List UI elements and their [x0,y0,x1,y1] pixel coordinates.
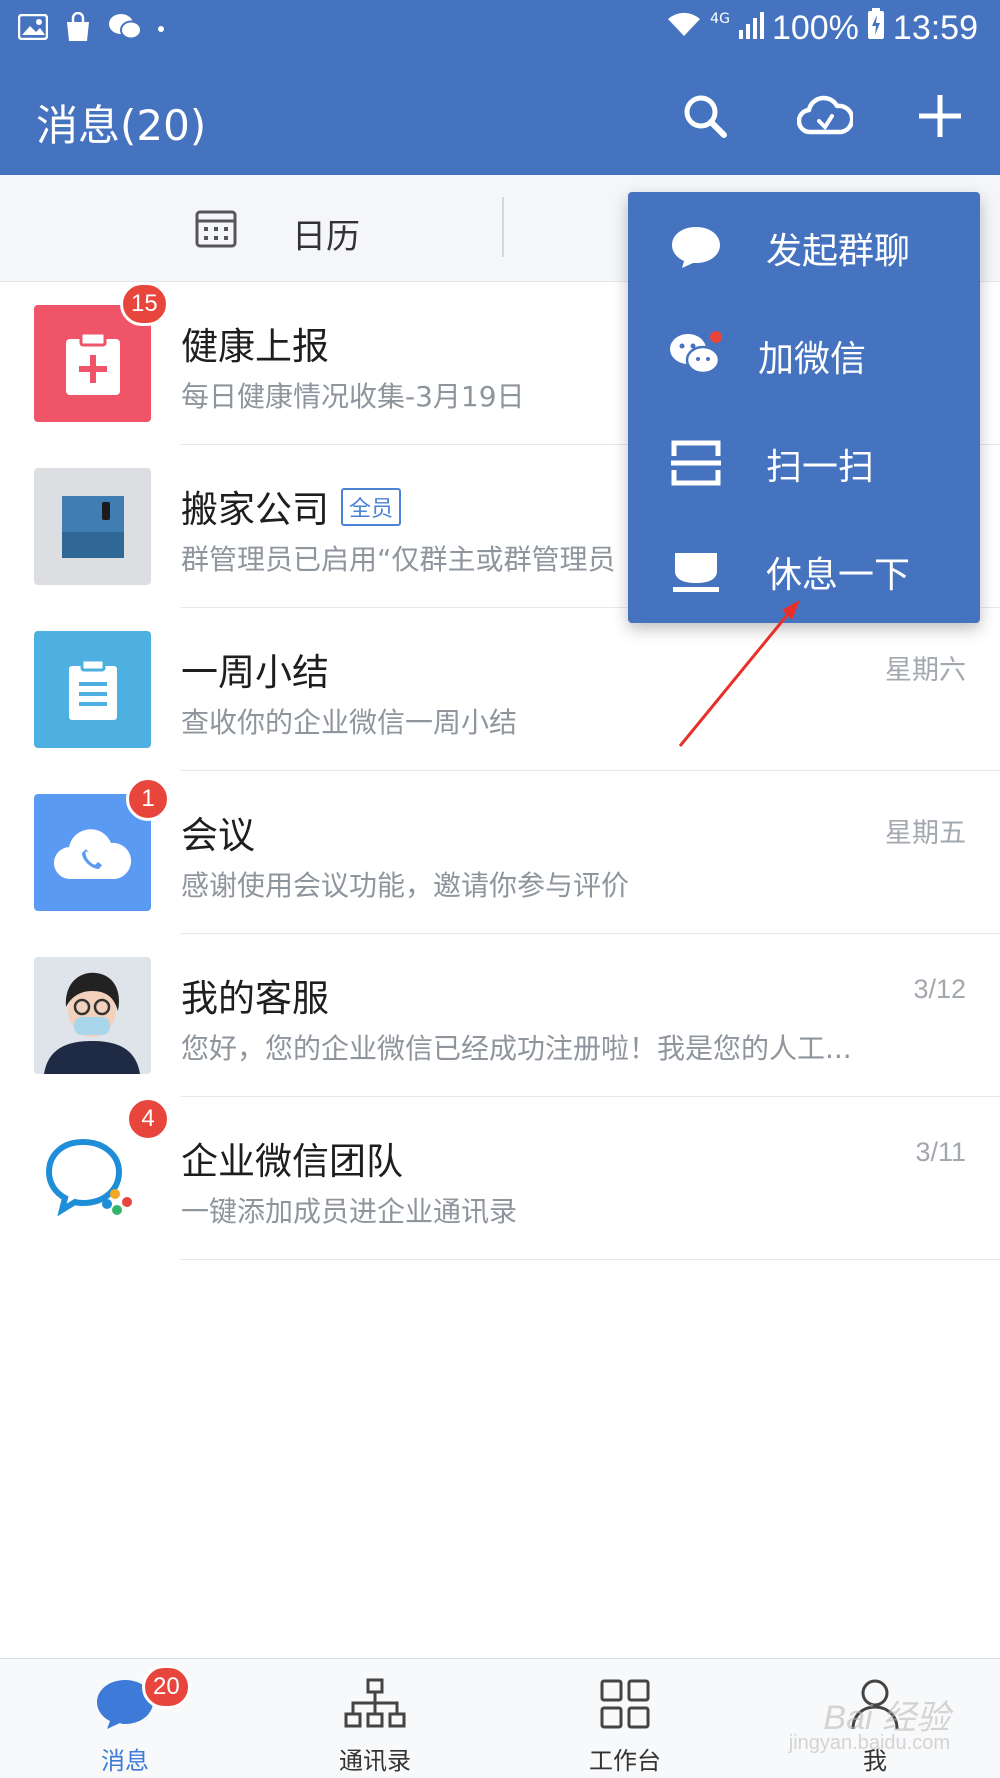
battery-percent: 100% [771,9,859,47]
calendar-icon[interactable] [195,210,237,252]
chat-preview: 查收你的企业微信一周小结 [181,706,518,739]
unread-badge: 15 [120,282,169,326]
chat-preview: 每日健康情况收集-3月19日 [181,380,525,413]
chat-preview: 群管理员已启用“仅群主或群管理员 [181,543,616,576]
plus-icon [917,93,963,143]
all-members-tag: 全员 [341,488,402,526]
menu-item-label: 加微信 [758,339,867,380]
menu-item-scan[interactable]: 扫一扫 [628,408,980,516]
avatar [34,1120,151,1237]
scan-icon [668,438,724,488]
menu-item-label: 休息一下 [766,555,911,596]
search-button[interactable] [675,88,735,148]
status-bar: 4G 100% 13:59 [0,0,1000,62]
avatar [34,468,151,585]
chat-time: 3/11 [915,1137,966,1167]
chat-name: 我的客服 [181,977,329,1020]
add-popup-menu: 发起群聊 加微信 扫一扫 休息一下 [628,192,980,623]
tab-label: 通讯录 [339,1747,411,1775]
menu-item-start-group-chat[interactable]: 发起群聊 [628,192,980,300]
tab-contacts[interactable]: 通讯录 [250,1659,500,1778]
list-item[interactable]: 4 企业微信团队 一键添加成员进企业通讯录 3/11 [0,1097,1000,1260]
app-header: 消息(20) [0,62,1000,175]
rest-icon [668,546,724,596]
cloud-icon [796,94,855,142]
menu-item-label: 发起群聊 [766,231,911,272]
divider [181,1259,1000,1260]
menu-item-label: 扫一扫 [766,447,875,488]
gallery-icon [17,13,49,44]
chat-name: 企业微信团队 [181,1140,403,1183]
signal-icon [738,9,764,49]
wifi-icon [666,9,702,49]
chat-time: 星期六 [885,655,966,685]
menu-item-add-wechat[interactable]: 加微信 [628,300,980,408]
chat-name: 健康上报 [181,325,329,368]
chat-preview: 感谢使用会议功能，邀请你参与评价 [181,869,630,902]
tab-messages[interactable]: 20 消息 [0,1659,250,1778]
avatar [34,631,151,748]
unread-badge: 4 [126,1097,170,1141]
grid-icon [590,1673,660,1735]
chat-name: 会议 [181,814,255,857]
calendar-label[interactable]: 日历 [292,209,360,258]
chat-time: 3/12 [913,974,966,1004]
avatar [34,957,151,1074]
unread-badge: 20 [142,1665,191,1709]
battery-icon [867,8,885,49]
watermark-url: jingyan.baidu.com [788,1732,950,1754]
clock: 13:59 [892,9,978,47]
wechat-notification-icon [108,13,142,45]
add-button[interactable] [910,88,970,148]
chat-preview: 您好，您的企业微信已经成功注册啦！我是您的人工... [181,1032,852,1065]
list-item[interactable]: 一周小结 查收你的企业微信一周小结 星期六 [0,608,1000,771]
divider [502,197,504,257]
network-label: 4G [710,10,730,27]
unread-badge: 1 [126,777,170,821]
tab-workbench[interactable]: 工作台 [500,1659,750,1778]
chat-name: 一周小结 [181,651,329,694]
list-item[interactable]: 我的客服 您好，您的企业微信已经成功注册啦！我是您的人工... 3/12 [0,934,1000,1097]
chat-bubble-icon [668,222,724,272]
list-item[interactable]: 1 会议 感谢使用会议功能，邀请你参与评价 星期五 [0,771,1000,934]
page-title: 消息(20) [36,101,207,150]
chat-time: 星期五 [885,818,966,848]
search-icon [682,93,728,143]
org-chart-icon [340,1673,410,1735]
dot-icon [158,26,164,32]
wechat-icon [668,330,724,380]
chat-name: 搬家公司 全员 [181,479,402,533]
tab-label: 工作台 [589,1747,661,1775]
menu-item-take-a-break[interactable]: 休息一下 [628,516,980,624]
tab-label: 消息 [101,1747,149,1775]
shopping-bag-icon [64,11,92,46]
cloud-button[interactable] [795,88,855,148]
chat-preview: 一键添加成员进企业通讯录 [181,1195,518,1228]
